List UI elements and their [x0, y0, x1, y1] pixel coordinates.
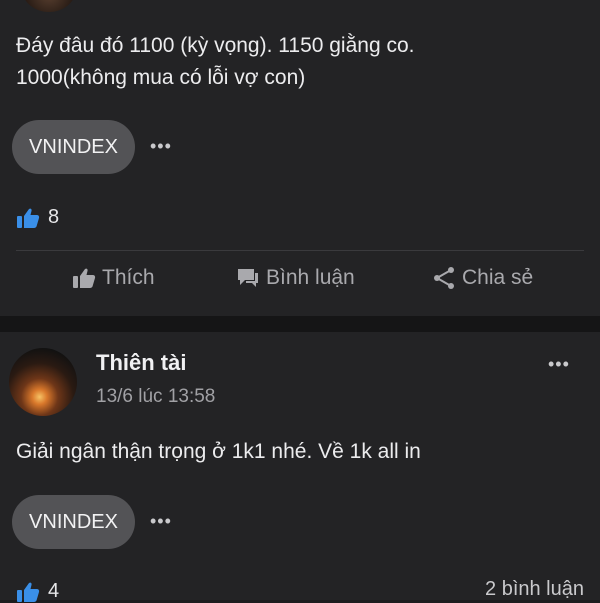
divider — [16, 250, 584, 251]
like-button[interactable]: Thích — [72, 266, 155, 290]
comment-button-label: Bình luận — [266, 266, 355, 289]
tag-chip-vnindex[interactable]: VNINDEX — [12, 495, 135, 549]
avatar[interactable] — [22, 0, 76, 12]
more-dots-icon[interactable]: ••• — [150, 136, 172, 157]
thumbs-up-icon — [73, 268, 96, 288]
comment-button[interactable]: Bình luận — [236, 266, 355, 290]
tag-chip-vnindex[interactable]: VNINDEX — [12, 120, 135, 174]
share-icon — [434, 267, 454, 289]
comment-count[interactable]: 2 bình luận — [485, 578, 584, 601]
post-separator — [0, 316, 600, 332]
chat-bubble-icon — [238, 269, 258, 287]
post-text: Đáy đâu đó 1100 (kỳ vọng). 1150 giằng co… — [16, 34, 415, 89]
thumbs-up-icon — [17, 208, 40, 228]
post-timestamp[interactable]: 13/6 lúc 13:58 — [96, 386, 215, 408]
more-dots-icon[interactable]: ••• — [150, 511, 172, 532]
more-dots-icon[interactable]: ••• — [548, 354, 570, 375]
like-count-value: 8 — [48, 206, 60, 228]
post-card: Đáy đâu đó 1100 (kỳ vọng). 1150 giằng co… — [0, 0, 600, 316]
author-name[interactable]: Thiên tài — [96, 350, 186, 376]
thumbs-up-icon — [17, 582, 40, 602]
like-count[interactable]: 8 — [16, 206, 59, 229]
like-button-label: Thích — [102, 266, 155, 289]
post-text: Giải ngân thận trọng ở 1k1 nhé. Về 1k al… — [16, 440, 421, 463]
share-button[interactable]: Chia sẻ — [432, 266, 533, 290]
share-button-label: Chia sẻ — [462, 266, 534, 289]
avatar[interactable] — [9, 348, 77, 416]
